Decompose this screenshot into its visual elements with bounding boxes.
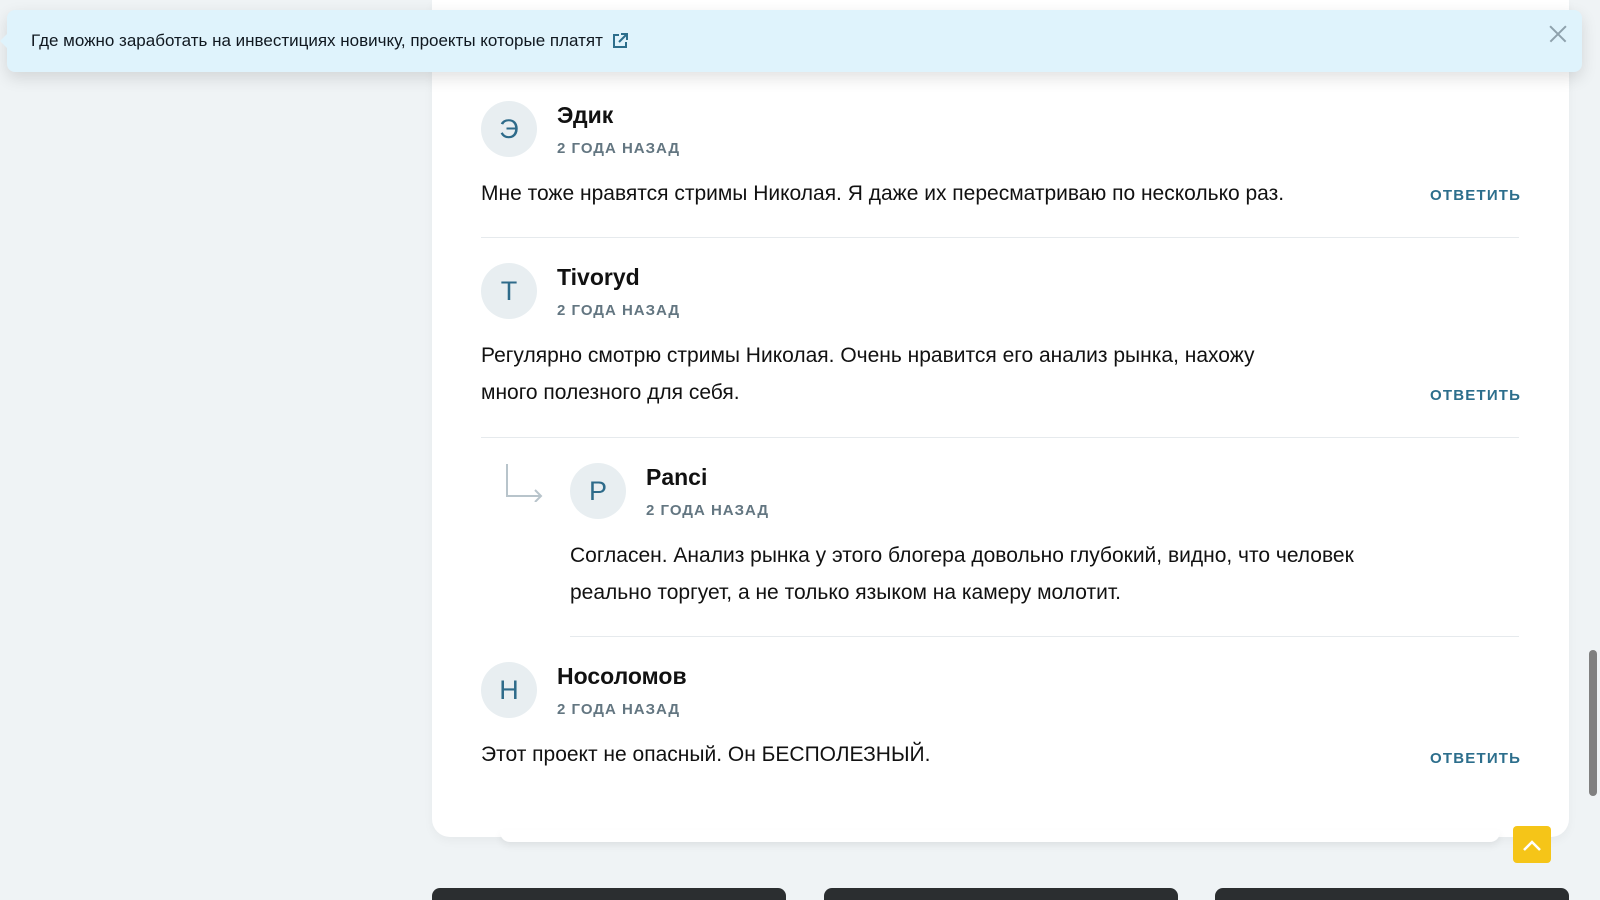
comment-author: Tivoryd: [557, 264, 640, 290]
related-post-card[interactable]: [824, 888, 1178, 900]
divider: [481, 437, 1519, 438]
comment-date: 2 ГОДА НАЗАД: [646, 502, 770, 519]
chevron-up-icon: [1523, 839, 1541, 851]
scroll-top-button[interactable]: [1513, 826, 1551, 863]
external-link-icon[interactable]: [611, 32, 629, 50]
avatar: T: [481, 263, 537, 319]
reply-arrow-icon: [506, 464, 543, 502]
comment-text: Этот проект не опасный. Он БЕСПОЛЕЗНЫЙ.: [481, 736, 1381, 773]
comment-text-line: реально торгует, а не только языком на к…: [570, 581, 1121, 604]
comment-text-line: Мне тоже нравятся стримы Николая. Я даже…: [481, 182, 1285, 205]
divider: [570, 636, 1519, 637]
scrollbar-thumb[interactable]: [1589, 650, 1597, 796]
avatar: P: [570, 463, 626, 519]
reply-button[interactable]: ОТВЕТИТЬ: [1430, 187, 1521, 204]
comment-date: 2 ГОДА НАЗАД: [557, 302, 681, 319]
comment-date: 2 ГОДА НАЗАД: [557, 140, 681, 157]
avatar: Э: [481, 101, 537, 157]
comment-text-line: Этот проект не опасный. Он БЕСПОЛЕЗНЫЙ.: [481, 743, 931, 766]
reply-button[interactable]: ОТВЕТИТЬ: [1430, 750, 1521, 767]
comment-text-line: Регулярно смотрю стримы Николая. Очень н…: [481, 344, 1255, 367]
close-icon[interactable]: [1544, 20, 1572, 48]
comment-text: Согласен. Анализ рынка у этого блогера д…: [570, 537, 1470, 611]
notification-banner: Где можно заработать на инвестициях нови…: [7, 10, 1582, 72]
comment-text-line: Согласен. Анализ рынка у этого блогера д…: [570, 544, 1354, 567]
banner-link[interactable]: Где можно заработать на инвестициях нови…: [31, 31, 629, 51]
banner-link-text[interactable]: Где можно заработать на инвестициях нови…: [31, 31, 603, 51]
reply-button[interactable]: ОТВЕТИТЬ: [1430, 387, 1521, 404]
comment-text: Мне тоже нравятся стримы Николая. Я даже…: [481, 175, 1381, 212]
divider: [481, 237, 1519, 238]
related-post-card[interactable]: [1215, 888, 1569, 900]
comment-date: 2 ГОДА НАЗАД: [557, 701, 681, 718]
comment-text-line: много полезного для себя.: [481, 381, 740, 404]
avatar: Н: [481, 662, 537, 718]
comment-author: Panci: [646, 464, 708, 490]
comment-text: Регулярно смотрю стримы Николая. Очень н…: [481, 337, 1381, 411]
comment-author: Эдик: [557, 102, 614, 128]
scrollbar[interactable]: [1586, 0, 1600, 900]
related-post-card[interactable]: [432, 888, 786, 900]
comment-author: Носоломов: [557, 663, 687, 689]
card-shadow: [500, 830, 1500, 842]
